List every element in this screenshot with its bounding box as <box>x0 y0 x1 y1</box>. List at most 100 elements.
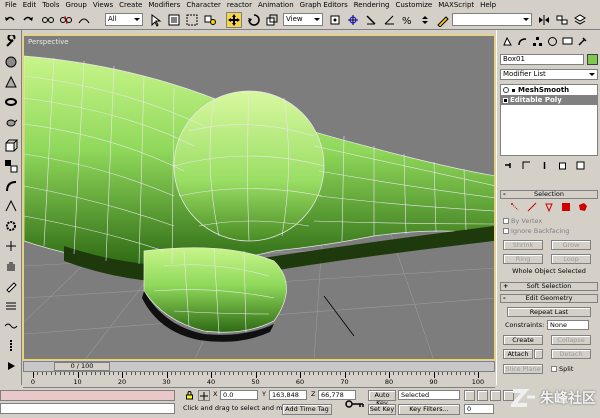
cone-icon[interactable] <box>3 74 19 90</box>
x-coordinate-field[interactable]: 0.0 <box>220 390 258 400</box>
pivot-center-icon[interactable] <box>327 12 343 28</box>
rope-icon[interactable] <box>3 338 19 354</box>
ignore-backfacing-checkbox[interactable]: Ignore Backfacing <box>503 227 569 235</box>
modify-tab-icon[interactable] <box>516 35 529 47</box>
maxscript-output[interactable] <box>0 403 175 414</box>
utilities-tab-icon[interactable] <box>576 35 589 47</box>
sphere-icon[interactable] <box>3 54 19 70</box>
selection-rollout-header[interactable]: - Selection <box>500 190 598 199</box>
select-and-move-icon[interactable] <box>226 12 242 28</box>
detach-button[interactable]: Detach <box>551 349 591 359</box>
gear-icon[interactable] <box>3 218 19 234</box>
select-object-icon[interactable] <box>148 12 164 28</box>
expand-icon[interactable] <box>511 87 516 93</box>
time-slider-thumb[interactable]: 0 / 100 <box>54 362 110 371</box>
hierarchy-tab-icon[interactable] <box>531 35 544 47</box>
axis-icon[interactable] <box>3 238 19 254</box>
configure-sets-icon[interactable] <box>575 160 585 170</box>
vertex-icon[interactable] <box>510 202 520 212</box>
reference-coordinate-dropdown[interactable]: View <box>283 13 323 26</box>
layer-manager-icon[interactable] <box>572 12 588 28</box>
paint-icon[interactable] <box>3 278 19 294</box>
align-icon[interactable] <box>554 12 570 28</box>
menu-item-modifiers[interactable]: Modifiers <box>145 0 183 11</box>
spring-icon[interactable] <box>3 298 19 314</box>
object-color-swatch[interactable] <box>587 54 598 65</box>
menu-item-customize[interactable]: Customize <box>392 0 435 11</box>
display-tab-icon[interactable] <box>561 35 574 47</box>
select-by-name-icon[interactable] <box>166 12 182 28</box>
menu-item-help[interactable]: Help <box>477 0 499 11</box>
mirror-icon[interactable] <box>536 12 552 28</box>
y-coordinate-field[interactable]: 163,848 <box>269 390 307 400</box>
attach-list-button[interactable] <box>534 349 543 359</box>
selection-filter-dropdown[interactable]: All <box>105 13 143 26</box>
deform-icon[interactable] <box>3 198 19 214</box>
add-time-tag-button[interactable]: Add Time Tag <box>282 404 332 415</box>
lock-icon[interactable] <box>183 390 195 401</box>
menu-item-reactor[interactable]: reactor <box>224 0 255 11</box>
attach-button[interactable]: Attach <box>503 349 533 359</box>
absolute-mode-icon[interactable] <box>198 390 210 401</box>
border-icon[interactable] <box>544 202 554 212</box>
edit-named-selection-icon[interactable] <box>435 12 451 28</box>
boxes-icon[interactable] <box>3 158 19 174</box>
menu-item-tools[interactable]: Tools <box>39 0 62 11</box>
manipulate-icon[interactable] <box>345 12 361 28</box>
viewport-label[interactable]: Perspective <box>28 38 69 46</box>
shrink-button[interactable]: Shrink <box>503 240 543 250</box>
slice-plane-button[interactable]: Slice Plane <box>503 364 543 374</box>
expand-icon[interactable] <box>503 97 508 103</box>
time-slider[interactable]: 0 / 100 <box>23 361 495 372</box>
menu-item-file[interactable]: File <box>2 0 20 11</box>
set-key-button[interactable]: Set Key <box>368 404 396 415</box>
snap-toggle-icon[interactable] <box>363 12 379 28</box>
auto-key-button[interactable]: Auto Key <box>368 390 396 407</box>
unlink-icon[interactable] <box>58 12 74 28</box>
waves-icon[interactable] <box>3 318 19 334</box>
pin-stack-icon[interactable] <box>503 160 513 170</box>
menu-item-animation[interactable]: Animation <box>255 0 297 11</box>
bend-icon[interactable] <box>3 178 19 194</box>
window-crossing-icon[interactable] <box>202 12 218 28</box>
undo-icon[interactable] <box>2 12 18 28</box>
repeat-last-button[interactable]: Repeat Last <box>507 307 591 317</box>
light-bulb-icon[interactable] <box>503 87 509 93</box>
split-checkbox[interactable]: Split <box>551 365 573 373</box>
select-and-link-icon[interactable] <box>40 12 56 28</box>
spinner-snap-icon[interactable] <box>417 12 433 28</box>
track-bar[interactable]: 0 10 20 30 40 50 60 70 80 90 100 <box>23 372 495 388</box>
edge-icon[interactable] <box>527 202 537 212</box>
select-and-scale-icon[interactable] <box>264 12 280 28</box>
teapot-icon[interactable] <box>3 114 19 130</box>
menu-item-graph-editors[interactable]: Graph Editors <box>297 0 351 11</box>
key-filters-button[interactable]: Key Filters... <box>398 404 460 415</box>
grow-button[interactable]: Grow <box>551 240 591 250</box>
element-icon[interactable] <box>578 202 588 212</box>
redo-icon[interactable] <box>20 12 36 28</box>
stack-item-meshsmooth[interactable]: MeshSmooth <box>501 85 597 95</box>
constraints-dropdown[interactable]: None <box>547 320 589 330</box>
stack-item-editable-poly[interactable]: Editable Poly <box>501 95 597 105</box>
loop-button[interactable]: Loop <box>551 254 591 264</box>
make-unique-icon[interactable] <box>539 160 549 170</box>
angle-snap-icon[interactable] <box>381 12 397 28</box>
ring-button[interactable]: Ring <box>503 254 543 264</box>
edit-geometry-rollout-header[interactable]: - Edit Geometry <box>500 294 598 303</box>
percent-snap-icon[interactable]: % <box>399 12 415 28</box>
perspective-viewport[interactable]: Perspective <box>23 35 495 360</box>
bind-space-warp-icon[interactable] <box>76 12 92 28</box>
play-icon[interactable] <box>3 358 19 374</box>
maxscript-listener[interactable] <box>0 390 175 401</box>
collapse-button[interactable]: Collapse <box>551 335 591 345</box>
hand-icon[interactable] <box>3 258 19 274</box>
soft-selection-rollout-header[interactable]: + Soft Selection <box>500 282 598 291</box>
menu-item-group[interactable]: Group <box>63 0 90 11</box>
object-name-field[interactable]: Box01 <box>500 54 584 65</box>
menu-item-views[interactable]: Views <box>90 0 116 11</box>
create-button[interactable]: Create <box>503 335 543 345</box>
key-icon[interactable] <box>344 397 366 411</box>
menu-item-edit[interactable]: Edit <box>20 0 40 11</box>
motion-tab-icon[interactable] <box>546 35 559 47</box>
torus-icon[interactable] <box>3 94 19 110</box>
